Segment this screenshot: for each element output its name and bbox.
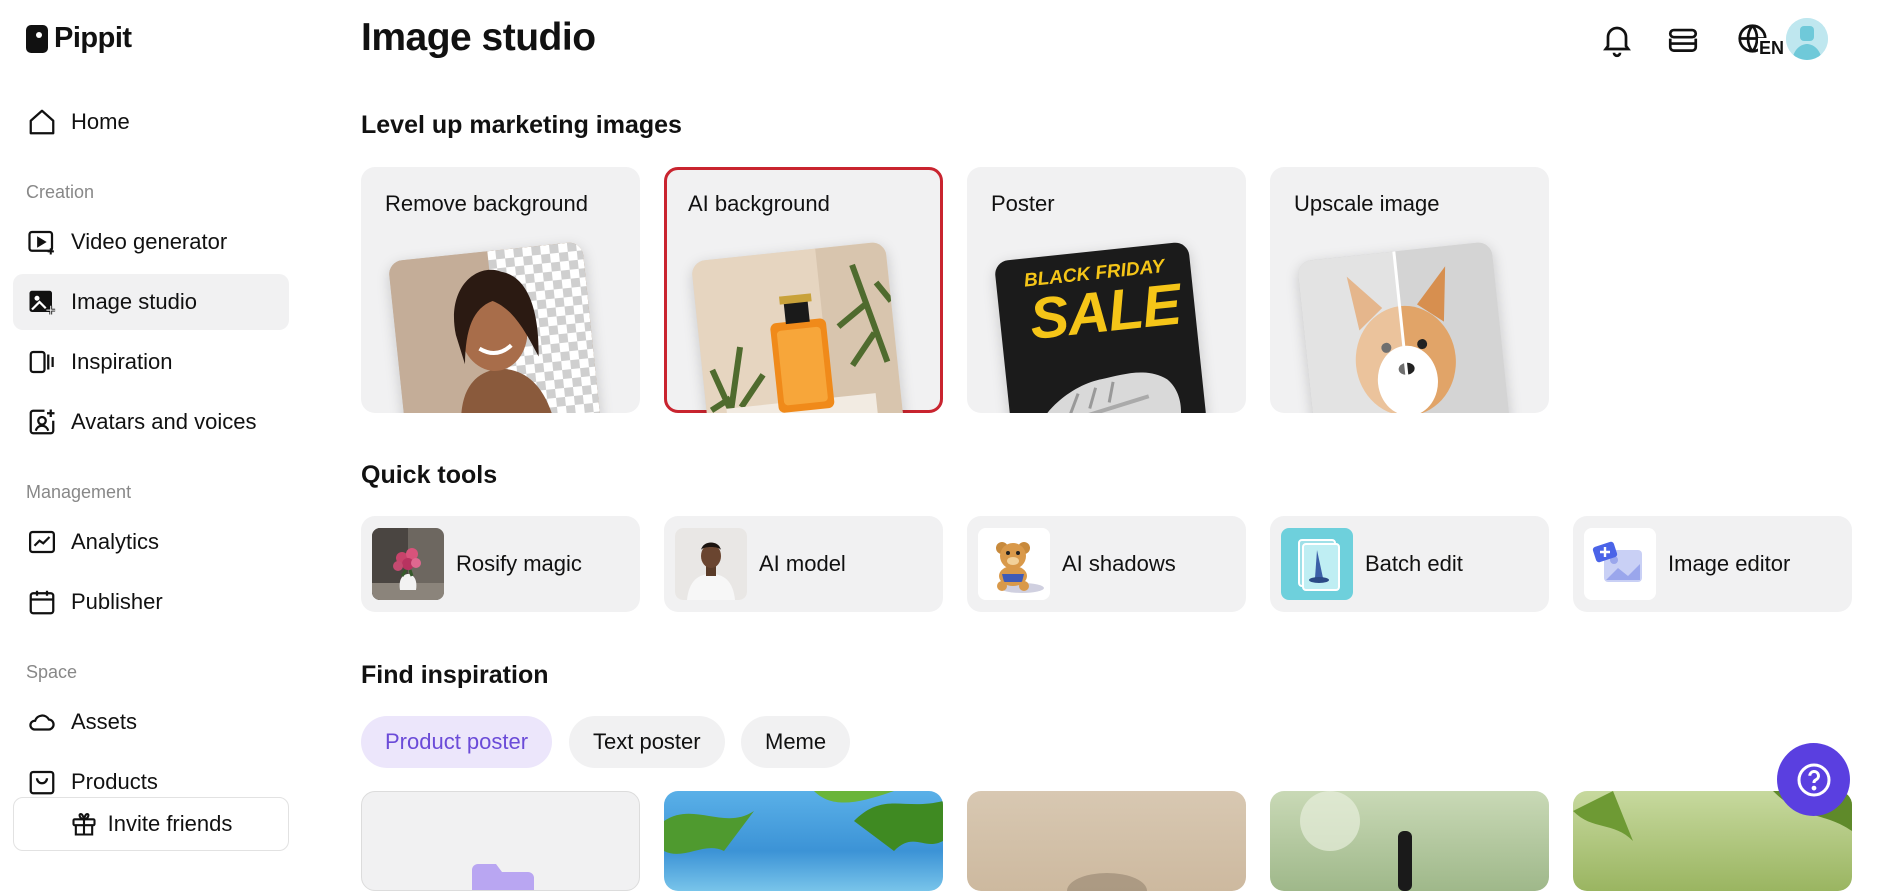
inspiration-heading: Find inspiration — [361, 661, 549, 689]
coins-stack-icon — [1668, 28, 1698, 52]
sidebar-item-label: Publisher — [71, 589, 163, 614]
upscale-image-card[interactable]: Upscale image — [1270, 167, 1549, 413]
image-editor-thumbnail — [1584, 528, 1656, 600]
card-label: Poster — [991, 191, 1055, 216]
sidebar-item-avatars-voices[interactable]: Avatars and voices — [13, 394, 289, 450]
folder-icon — [472, 864, 534, 890]
sidebar-item-label: Products — [71, 769, 158, 794]
bell-icon — [1603, 26, 1631, 58]
bag-icon — [29, 770, 55, 795]
rosify-magic-thumbnail — [372, 528, 444, 600]
inspiration-card-sand[interactable] — [967, 791, 1246, 891]
language-button[interactable]: EN — [1729, 18, 1786, 62]
poster-card[interactable]: Poster BLACK FRIDAY SALE — [967, 167, 1246, 413]
page-title: Image studio — [361, 16, 596, 59]
help-button[interactable] — [1777, 743, 1850, 816]
invite-friends-label: Invite friends — [107, 811, 233, 836]
upscale-image-thumbnail — [1296, 241, 1511, 413]
ai-model-tool[interactable]: AI model — [664, 516, 943, 612]
user-avatar[interactable] — [1786, 18, 1828, 60]
sidebar-item-publisher[interactable]: Publisher — [13, 574, 289, 630]
inspiration-card-garden[interactable] — [1270, 791, 1549, 891]
cloud-icon — [29, 714, 55, 731]
ai-shadows-tool[interactable]: AI shadows — [967, 516, 1246, 612]
invite-friends-button[interactable]: Invite friends — [13, 797, 289, 851]
rosify-magic-tool[interactable]: Rosify magic — [361, 516, 640, 612]
sidebar-item-label: Image studio — [71, 289, 197, 314]
brand-name: Pippit — [54, 22, 132, 54]
remove-background-card[interactable]: Remove background — [361, 167, 640, 413]
sidebar-item-label: Avatars and voices — [71, 409, 257, 434]
sidebar: Pippit Home Creation Video generator Ima… — [0, 0, 302, 869]
sidebar-item-image-studio[interactable]: Image studio — [13, 274, 289, 330]
sidebar-item-home[interactable]: Home — [13, 94, 289, 150]
inspiration-card-tropical[interactable] — [664, 791, 943, 891]
video-generator-icon — [28, 230, 54, 255]
home-icon — [29, 109, 55, 135]
analytics-icon — [29, 530, 55, 554]
sidebar-item-label: Analytics — [71, 529, 160, 554]
poster-thumbnail: BLACK FRIDAY SALE — [993, 241, 1208, 413]
tool-label: Image editor — [1668, 551, 1791, 576]
sidebar-item-analytics[interactable]: Analytics — [13, 514, 289, 570]
credits-button[interactable] — [1661, 18, 1705, 62]
card-label: AI background — [688, 191, 830, 216]
section-label-management: Management — [26, 482, 132, 502]
sidebar-item-assets[interactable]: Assets — [13, 694, 289, 750]
batch-edit-tool[interactable]: Batch edit — [1270, 516, 1549, 612]
sidebar-item-inspiration[interactable]: Inspiration — [13, 334, 289, 390]
avatar-icon — [29, 409, 55, 435]
pippit-logo-icon — [26, 24, 48, 53]
batch-edit-thumbnail — [1281, 528, 1353, 600]
sidebar-item-label: Assets — [71, 709, 138, 734]
calendar-icon — [29, 590, 55, 615]
inspiration-card-create[interactable] — [361, 791, 640, 891]
tool-label: AI model — [759, 551, 846, 576]
section-label-creation: Creation — [26, 182, 95, 202]
pippit-logo[interactable]: Pippit — [26, 22, 132, 55]
ai-shadows-thumbnail — [978, 528, 1050, 600]
sidebar-item-video-generator[interactable]: Video generator — [13, 214, 289, 270]
language-code: EN — [1758, 38, 1786, 59]
notifications-button[interactable] — [1595, 18, 1639, 62]
sidebar-item-label: Video generator — [71, 229, 228, 254]
chip-product-poster[interactable]: Product poster — [361, 716, 553, 768]
ai-background-thumbnail — [690, 241, 905, 413]
gift-icon — [72, 813, 96, 836]
remove-background-thumbnail — [387, 241, 602, 413]
chip-meme[interactable]: Meme — [741, 716, 851, 768]
inspiration-icon — [29, 350, 54, 374]
card-label: Remove background — [385, 191, 589, 216]
marketing-heading: Level up marketing images — [361, 111, 682, 139]
image-editor-tool[interactable]: Image editor — [1573, 516, 1852, 612]
main-content: Image studio EN Level up marketing image… — [361, 0, 1882, 891]
tool-label: Batch edit — [1365, 551, 1463, 576]
chip-text-poster[interactable]: Text poster — [569, 716, 725, 768]
image-studio-icon — [29, 290, 56, 315]
user-avatar-icon — [1786, 18, 1828, 60]
card-label: Upscale image — [1294, 191, 1440, 216]
quick-tools-heading: Quick tools — [361, 461, 498, 489]
ai-background-card[interactable]: AI background — [664, 167, 943, 413]
tool-label: Rosify magic — [456, 551, 582, 576]
section-label-space: Space — [26, 662, 78, 682]
sidebar-item-label: Home — [71, 109, 130, 134]
sidebar-item-label: Inspiration — [71, 349, 173, 374]
tool-label: AI shadows — [1062, 551, 1176, 576]
help-icon — [1797, 763, 1830, 796]
ai-model-thumbnail — [675, 528, 747, 600]
